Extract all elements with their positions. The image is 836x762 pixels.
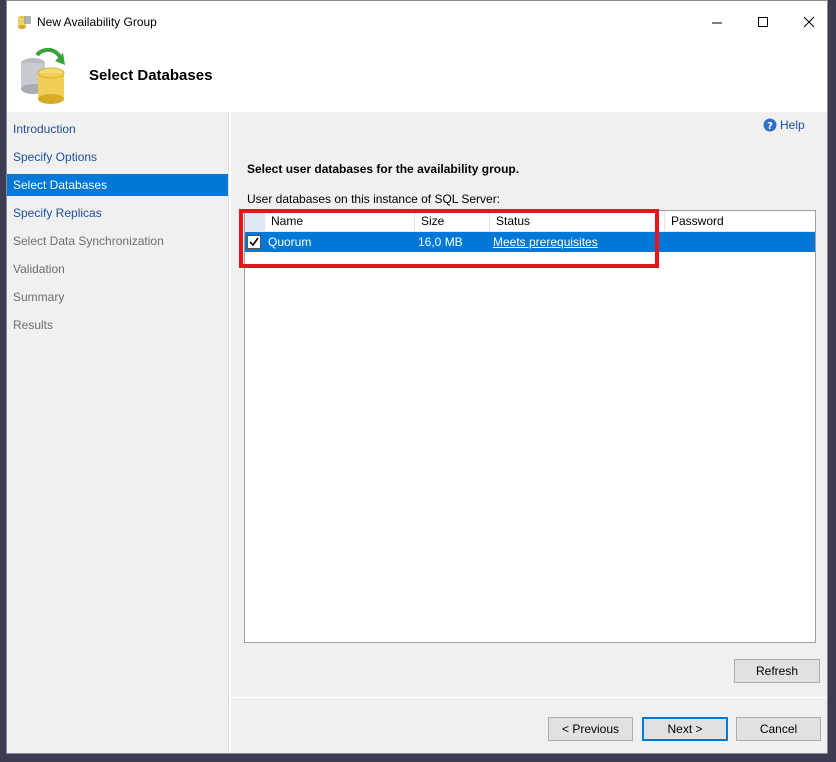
- availability-group-icon: [16, 14, 32, 30]
- databases-grid[interactable]: Name Size Status Password Quorum 16,0 MB…: [244, 210, 816, 643]
- database-status-link[interactable]: Meets prerequisites: [490, 232, 665, 252]
- help-icon: ?: [763, 118, 777, 135]
- checkmark-icon: [249, 237, 259, 247]
- instruction-text: Select user databases for the availabili…: [247, 162, 520, 176]
- svg-text:?: ?: [767, 121, 773, 132]
- grid-header: Name Size Status Password: [245, 211, 815, 232]
- help-link[interactable]: ? Help: [763, 118, 805, 135]
- wizard-window: New Availability Group Select Databases …: [6, 0, 828, 754]
- page-title: Select Databases: [89, 67, 213, 84]
- wizard-header: Select Databases: [7, 41, 827, 112]
- column-header-status[interactable]: Status: [490, 211, 665, 231]
- minimize-icon: [712, 22, 722, 24]
- help-label: Help: [780, 118, 805, 132]
- close-button[interactable]: [789, 8, 827, 36]
- maximize-icon: [758, 17, 768, 27]
- cancel-button[interactable]: Cancel: [736, 717, 821, 741]
- table-row[interactable]: Quorum 16,0 MB Meets prerequisites: [245, 232, 815, 252]
- column-header-size[interactable]: Size: [415, 211, 490, 231]
- database-name-cell: Quorum: [268, 235, 312, 249]
- database-checkbox[interactable]: [247, 235, 261, 249]
- close-icon: [803, 16, 815, 28]
- window-title: New Availability Group: [37, 15, 157, 29]
- database-sync-icon: [17, 47, 73, 107]
- minimize-button[interactable]: [697, 8, 737, 36]
- wizard-content: ? Help Select user databases for the ava…: [231, 112, 827, 753]
- column-header-select[interactable]: [245, 211, 265, 231]
- title-bar: New Availability Group: [7, 1, 827, 41]
- sidebar-item-results: Results: [13, 318, 54, 332]
- database-list-label: User databases on this instance of SQL S…: [247, 192, 501, 206]
- sidebar-item-select-databases[interactable]: Select Databases: [7, 174, 228, 196]
- next-button[interactable]: Next >: [642, 717, 728, 741]
- previous-button[interactable]: < Previous: [548, 717, 633, 741]
- wizard-sidebar: Introduction Specify Options Select Data…: [7, 112, 229, 753]
- column-header-name[interactable]: Name: [265, 211, 415, 231]
- maximize-button[interactable]: [743, 8, 783, 36]
- refresh-button[interactable]: Refresh: [734, 659, 820, 683]
- sidebar-item-select-data-synchronization: Select Data Synchronization: [13, 234, 164, 248]
- sidebar-item-validation: Validation: [13, 262, 65, 276]
- column-header-password[interactable]: Password: [665, 211, 815, 231]
- sidebar-item-introduction[interactable]: Introduction: [7, 118, 228, 140]
- footer-divider: [231, 697, 827, 698]
- sidebar-item-summary: Summary: [13, 290, 65, 304]
- sidebar-item-specify-replicas[interactable]: Specify Replicas: [7, 202, 228, 224]
- sidebar-item-specify-options[interactable]: Specify Options: [7, 146, 228, 168]
- database-size-cell: 16,0 MB: [418, 235, 463, 249]
